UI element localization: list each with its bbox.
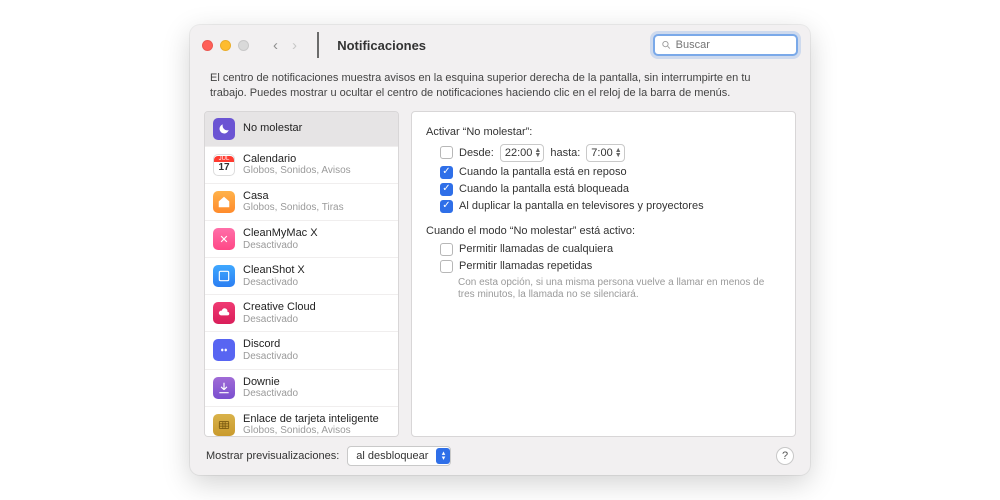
option-label: Cuando la pantalla está bloqueada <box>459 183 629 195</box>
stepper-icon[interactable]: ▲▼ <box>534 148 541 158</box>
preferences-window: ‹ › Notificaciones El centro de notifica… <box>190 25 810 475</box>
when-active-heading: Cuando el modo “No molestar” está activo… <box>426 225 781 237</box>
show-all-icon[interactable] <box>317 32 319 58</box>
sidebar-item-label: Discord <box>243 338 298 351</box>
sidebar-item-sublabel: Globos, Sonidos, Avisos <box>243 165 351 177</box>
to-time-value: 7:00 <box>591 147 612 159</box>
sidebar-item-cleanmymac[interactable]: ✕ CleanMyMac XDesactivado <box>205 221 398 258</box>
sidebar-item-downie[interactable]: DownieDesactivado <box>205 370 398 407</box>
content-area: No molestar JUL 17 CalendarioGlobos, Son… <box>190 111 810 437</box>
option-repeated-row: Permitir llamadas repetidas <box>440 260 781 273</box>
sidebar-item-label: Downie <box>243 376 298 389</box>
help-button[interactable]: ? <box>776 447 794 465</box>
chevron-updown-icon: ▴▾ <box>436 448 450 464</box>
nav-controls: ‹ › <box>273 32 319 58</box>
maximize-icon[interactable] <box>238 40 249 51</box>
sidebar-item-label: CleanMyMac X <box>243 227 318 240</box>
sidebar-item-sublabel: Globos, Sonidos, Tiras <box>243 202 344 214</box>
window-title: Notificaciones <box>337 38 426 53</box>
sidebar-item-label: Calendario <box>243 153 351 166</box>
app-sidebar[interactable]: No molestar JUL 17 CalendarioGlobos, Son… <box>204 111 399 437</box>
from-time-field[interactable]: 22:00 ▲▼ <box>500 144 544 162</box>
moon-icon <box>213 118 235 140</box>
sidebar-item-do-not-disturb[interactable]: No molestar <box>205 112 398 147</box>
schedule-checkbox[interactable] <box>440 146 453 159</box>
from-label: Desde: <box>459 147 494 159</box>
search-field[interactable] <box>653 34 798 56</box>
app-icon: ✕ <box>213 228 235 250</box>
preview-select[interactable]: al desbloquear ▴▾ <box>347 446 451 466</box>
app-icon <box>213 265 235 287</box>
preview-value: al desbloquear <box>356 450 428 462</box>
repeated-calls-note: Con esta opción, si una misma persona vu… <box>458 277 781 302</box>
sidebar-item-sublabel: Desactivado <box>243 277 305 289</box>
option-sleep-row: Cuando la pantalla está en reposo <box>440 166 781 179</box>
sidebar-item-sublabel: Globos, Sonidos, Avisos <box>243 425 379 437</box>
sidebar-item-calendar[interactable]: JUL 17 CalendarioGlobos, Sonidos, Avisos <box>205 147 398 184</box>
calendar-icon: JUL 17 <box>213 154 235 176</box>
window-controls <box>202 40 249 51</box>
sidebar-item-sublabel: Desactivado <box>243 388 298 400</box>
activate-heading: Activar “No molestar”: <box>426 126 781 138</box>
option-calls-everyone-row: Permitir llamadas de cualquiera <box>440 243 781 256</box>
to-label: hasta: <box>550 147 580 159</box>
sidebar-item-label: Enlace de tarjeta inteligente <box>243 413 379 426</box>
minimize-icon[interactable] <box>220 40 231 51</box>
mirroring-checkbox[interactable] <box>440 200 453 213</box>
back-button[interactable]: ‹ <box>273 37 278 54</box>
sidebar-item-cleanshot[interactable]: CleanShot XDesactivado <box>205 258 398 295</box>
search-input[interactable] <box>676 39 790 51</box>
sidebar-item-label: CleanShot X <box>243 264 305 277</box>
close-icon[interactable] <box>202 40 213 51</box>
to-time-field[interactable]: 7:00 ▲▼ <box>586 144 624 162</box>
schedule-row: Desde: 22:00 ▲▼ hasta: 7:00 ▲▼ <box>440 144 781 162</box>
option-label: Permitir llamadas repetidas <box>459 260 592 272</box>
option-label: Cuando la pantalla está en reposo <box>459 166 627 178</box>
search-icon <box>661 39 672 51</box>
sidebar-item-sublabel: Desactivado <box>243 351 298 363</box>
sidebar-item-creative-cloud[interactable]: Creative CloudDesactivado <box>205 295 398 332</box>
calls-everyone-checkbox[interactable] <box>440 243 453 256</box>
sidebar-item-label: No molestar <box>243 122 302 135</box>
repeated-calls-checkbox[interactable] <box>440 260 453 273</box>
app-icon <box>213 377 235 399</box>
sidebar-item-smartcard[interactable]: Enlace de tarjeta inteligenteGlobos, Son… <box>205 407 398 437</box>
sidebar-item-label: Creative Cloud <box>243 301 316 314</box>
description-text: El centro de notificaciones muestra avis… <box>190 65 810 111</box>
option-locked-row: Cuando la pantalla está bloqueada <box>440 183 781 196</box>
chip-icon <box>213 414 235 436</box>
sidebar-item-discord[interactable]: DiscordDesactivado <box>205 332 398 369</box>
preview-label: Mostrar previsualizaciones: <box>206 450 339 462</box>
detail-pane: Activar “No molestar”: Desde: 22:00 ▲▼ h… <box>411 111 796 437</box>
app-icon <box>213 339 235 361</box>
sidebar-item-label: Casa <box>243 190 344 203</box>
sidebar-item-sublabel: Desactivado <box>243 240 318 252</box>
sidebar-item-home[interactable]: CasaGlobos, Sonidos, Tiras <box>205 184 398 221</box>
sidebar-item-sublabel: Desactivado <box>243 314 316 326</box>
titlebar: ‹ › Notificaciones <box>190 25 810 65</box>
footer: Mostrar previsualizaciones: al desbloque… <box>190 437 810 475</box>
stepper-icon[interactable]: ▲▼ <box>615 148 622 158</box>
locked-checkbox[interactable] <box>440 183 453 196</box>
option-mirroring-row: Al duplicar la pantalla en televisores y… <box>440 200 781 213</box>
home-icon <box>213 191 235 213</box>
forward-button[interactable]: › <box>292 37 297 54</box>
sleep-checkbox[interactable] <box>440 166 453 179</box>
app-icon <box>213 302 235 324</box>
option-label: Permitir llamadas de cualquiera <box>459 243 613 255</box>
option-label: Al duplicar la pantalla en televisores y… <box>459 200 704 212</box>
from-time-value: 22:00 <box>505 147 533 159</box>
